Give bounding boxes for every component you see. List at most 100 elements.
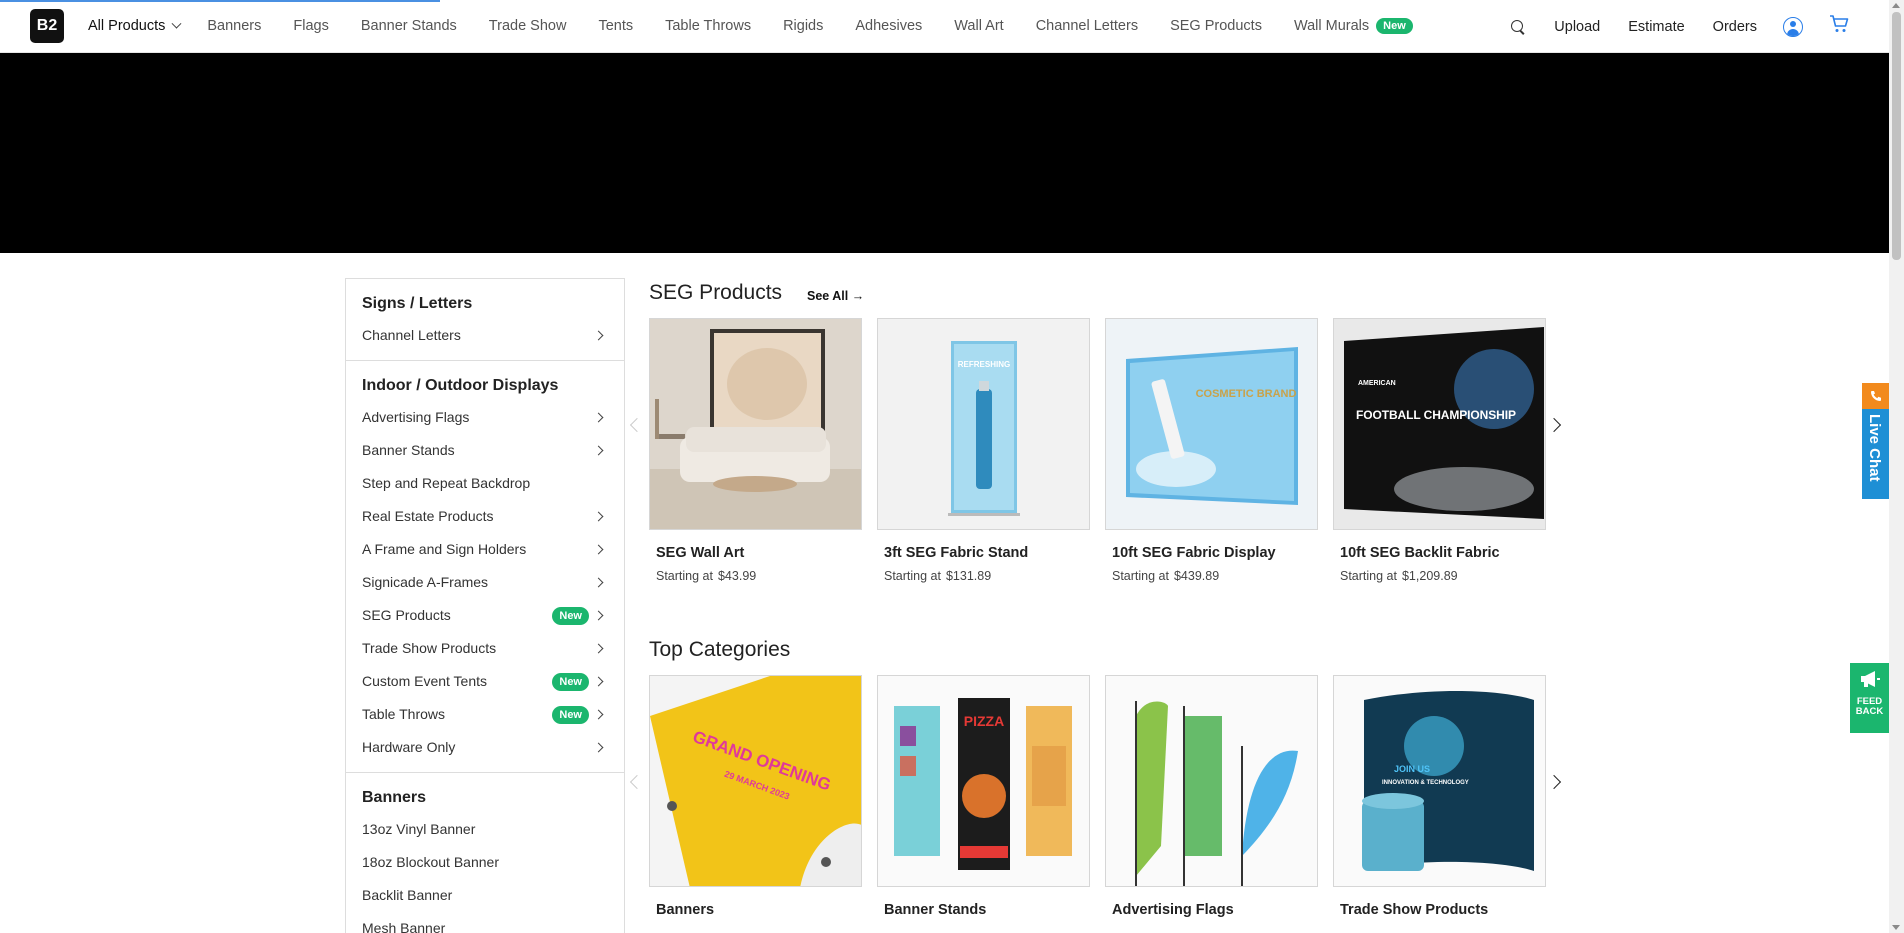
- product-card-seg-wall-art[interactable]: SEG Wall Art Starting at $43.99: [649, 318, 862, 583]
- nav-link-trade-show[interactable]: Trade Show: [489, 18, 567, 34]
- carousel-prev-icon[interactable]: [629, 417, 645, 433]
- price-value: $131.89: [945, 569, 992, 583]
- sidebar-item-label: Step and Repeat Backdrop: [362, 475, 531, 491]
- sidebar-item-table-throws[interactable]: Table Throws New: [346, 698, 624, 731]
- scroll-thumb[interactable]: [1892, 12, 1901, 260]
- nav-link-tents[interactable]: Tents: [598, 18, 633, 34]
- account-icon[interactable]: [1783, 16, 1803, 37]
- product-card-3ft-seg-stand[interactable]: REFRESHING 3ft SEG Fabric Stand Starting…: [877, 318, 1090, 583]
- sidebar-item-label: Banner Stands: [362, 442, 455, 458]
- nav-link-wall-art[interactable]: Wall Art: [954, 18, 1003, 34]
- category-image: JOIN US INNOVATION & TECHNOLOGY: [1333, 675, 1546, 887]
- nav-link-wall-murals-label: Wall Murals: [1293, 18, 1370, 34]
- category-card-advertising-flags[interactable]: Advertising Flags: [1105, 675, 1318, 918]
- sidebar-item-label: Backlit Banner: [362, 887, 453, 903]
- sidebar-item-label: SEG Products: [362, 607, 451, 623]
- sidebar-group-banners: Banners 13oz Vinyl Banner 18oz Blockout …: [346, 773, 624, 933]
- category-image: [1105, 675, 1318, 887]
- new-badge: New: [552, 706, 589, 724]
- sidebar-item-label: Advertising Flags: [362, 409, 470, 425]
- phone-icon: [1862, 383, 1889, 409]
- nav-all-products[interactable]: All Products: [88, 18, 182, 34]
- sidebar-item-real-estate[interactable]: Real Estate Products: [346, 500, 624, 533]
- nav-link-banners[interactable]: Banners: [207, 18, 261, 34]
- sidebar-item-step-and-repeat[interactable]: Step and Repeat Backdrop: [346, 467, 624, 500]
- product-price: Starting at $43.99: [649, 569, 862, 583]
- category-card-banners[interactable]: GRAND OPENING 29 MARCH 2023 Banners: [649, 675, 862, 918]
- price-prefix: Starting at: [656, 569, 713, 583]
- nav-link-flags[interactable]: Flags: [293, 18, 328, 34]
- product-price: Starting at $131.89: [877, 569, 1090, 583]
- nav-link-rigids[interactable]: Rigids: [783, 18, 823, 34]
- upload-link[interactable]: Upload: [1554, 19, 1600, 35]
- stand-art-text: REFRESHING: [958, 360, 1010, 369]
- category-card-banner-stands[interactable]: PIZZA Banner Stands: [877, 675, 1090, 918]
- chevron-down-icon: [171, 18, 182, 29]
- sidebar-group-signs: Signs / Letters Channel Letters: [346, 279, 624, 361]
- carousel-prev-icon[interactable]: [629, 774, 645, 790]
- sidebar-item-channel-letters[interactable]: Channel Letters: [346, 319, 624, 352]
- see-all-link[interactable]: See All →: [807, 289, 864, 303]
- sidebar-item-event-tents[interactable]: Custom Event Tents New: [346, 665, 624, 698]
- chevron-right-icon: [593, 544, 604, 555]
- product-name: 10ft SEG Fabric Display: [1112, 545, 1276, 561]
- nav-link-adhesives[interactable]: Adhesives: [855, 18, 922, 34]
- sidebar-item-13oz-vinyl[interactable]: 13oz Vinyl Banner: [346, 813, 624, 846]
- sidebar-item-trade-show[interactable]: Trade Show Products: [346, 632, 624, 665]
- stand-pizza-text: PIZZA: [964, 713, 1004, 729]
- top-navigation: B2 All Products Banners Flags Banner Sta…: [0, 0, 1889, 53]
- product-card-10ft-backlit[interactable]: AMERICAN FOOTBALL CHAMPIONSHIP 10ft SEG …: [1333, 318, 1546, 583]
- estimate-link[interactable]: Estimate: [1628, 19, 1684, 35]
- chevron-right-icon: [593, 610, 604, 621]
- feedback-widget[interactable]: FEED BACK: [1850, 663, 1889, 733]
- sidebar-item-label: Signicade A-Frames: [362, 574, 489, 590]
- price-prefix: Starting at: [1340, 569, 1397, 583]
- nav-link-table-throws[interactable]: Table Throws: [665, 18, 751, 34]
- sidebar-item-banner-stands[interactable]: Banner Stands: [346, 434, 624, 467]
- page-load-progress: [0, 0, 440, 2]
- product-image: [649, 318, 862, 530]
- search-icon[interactable]: [1510, 19, 1526, 35]
- new-badge: New: [552, 607, 589, 625]
- product-image: REFRESHING: [877, 318, 1090, 530]
- backlit-art-small: AMERICAN: [1358, 380, 1396, 387]
- cart-icon[interactable]: [1829, 15, 1849, 38]
- product-name: 10ft SEG Backlit Fabric: [1340, 545, 1500, 561]
- page-scrollbar[interactable]: [1889, 0, 1904, 933]
- chevron-right-icon: [593, 511, 604, 522]
- megaphone-icon: [1859, 670, 1881, 693]
- chevron-right-icon: [593, 330, 604, 341]
- sidebar-item-a-frame[interactable]: A Frame and Sign Holders: [346, 533, 624, 566]
- product-card-10ft-seg-display[interactable]: COSMETIC BRAND 10ft SEG Fabric Display S…: [1105, 318, 1318, 583]
- sidebar-item-mesh[interactable]: Mesh Banner: [346, 912, 624, 933]
- category-card-trade-show[interactable]: JOIN US INNOVATION & TECHNOLOGY Trade Sh…: [1333, 675, 1546, 918]
- sidebar-item-backlit[interactable]: Backlit Banner: [346, 879, 624, 912]
- sidebar-item-advertising-flags[interactable]: Advertising Flags: [346, 401, 624, 434]
- nav-link-seg-products[interactable]: SEG Products: [1170, 18, 1262, 34]
- scroll-down-arrow-icon[interactable]: [1892, 925, 1900, 930]
- carousel-next-icon[interactable]: [1546, 774, 1562, 790]
- chevron-right-icon: [593, 643, 604, 654]
- live-chat-widget[interactable]: Live Chat: [1862, 383, 1889, 499]
- sidebar-item-label: 18oz Blockout Banner: [362, 854, 499, 870]
- tradeshow-art-text: JOIN US: [1394, 764, 1430, 774]
- carousel-next-icon[interactable]: [1546, 417, 1562, 433]
- sidebar-item-hardware-only[interactable]: Hardware Only: [346, 731, 624, 764]
- nav-link-channel-letters[interactable]: Channel Letters: [1036, 18, 1138, 34]
- sidebar-item-label: 13oz Vinyl Banner: [362, 821, 476, 837]
- sidebar-heading: Banners: [362, 789, 427, 806]
- new-badge: New: [552, 673, 589, 691]
- orders-link[interactable]: Orders: [1713, 19, 1757, 35]
- sidebar-item-18oz-blockout[interactable]: 18oz Blockout Banner: [346, 846, 624, 879]
- chevron-right-icon: [593, 742, 604, 753]
- sidebar-item-seg-products[interactable]: SEG Products New: [346, 599, 624, 632]
- nav-link-banner-stands[interactable]: Banner Stands: [361, 18, 457, 34]
- category-sidebar: Signs / Letters Channel Letters Indoor /…: [345, 278, 625, 933]
- scroll-up-arrow-icon[interactable]: [1892, 3, 1900, 8]
- nav-link-wall-murals[interactable]: Wall Murals New: [1294, 18, 1413, 34]
- tradeshow-art-sub: INNOVATION & TECHNOLOGY: [1382, 780, 1469, 786]
- product-price: Starting at $1,209.89: [1333, 569, 1546, 583]
- sidebar-item-signicade[interactable]: Signicade A-Frames: [346, 566, 624, 599]
- b2-logo[interactable]: B2: [30, 9, 64, 43]
- sidebar-heading: Signs / Letters: [362, 295, 473, 312]
